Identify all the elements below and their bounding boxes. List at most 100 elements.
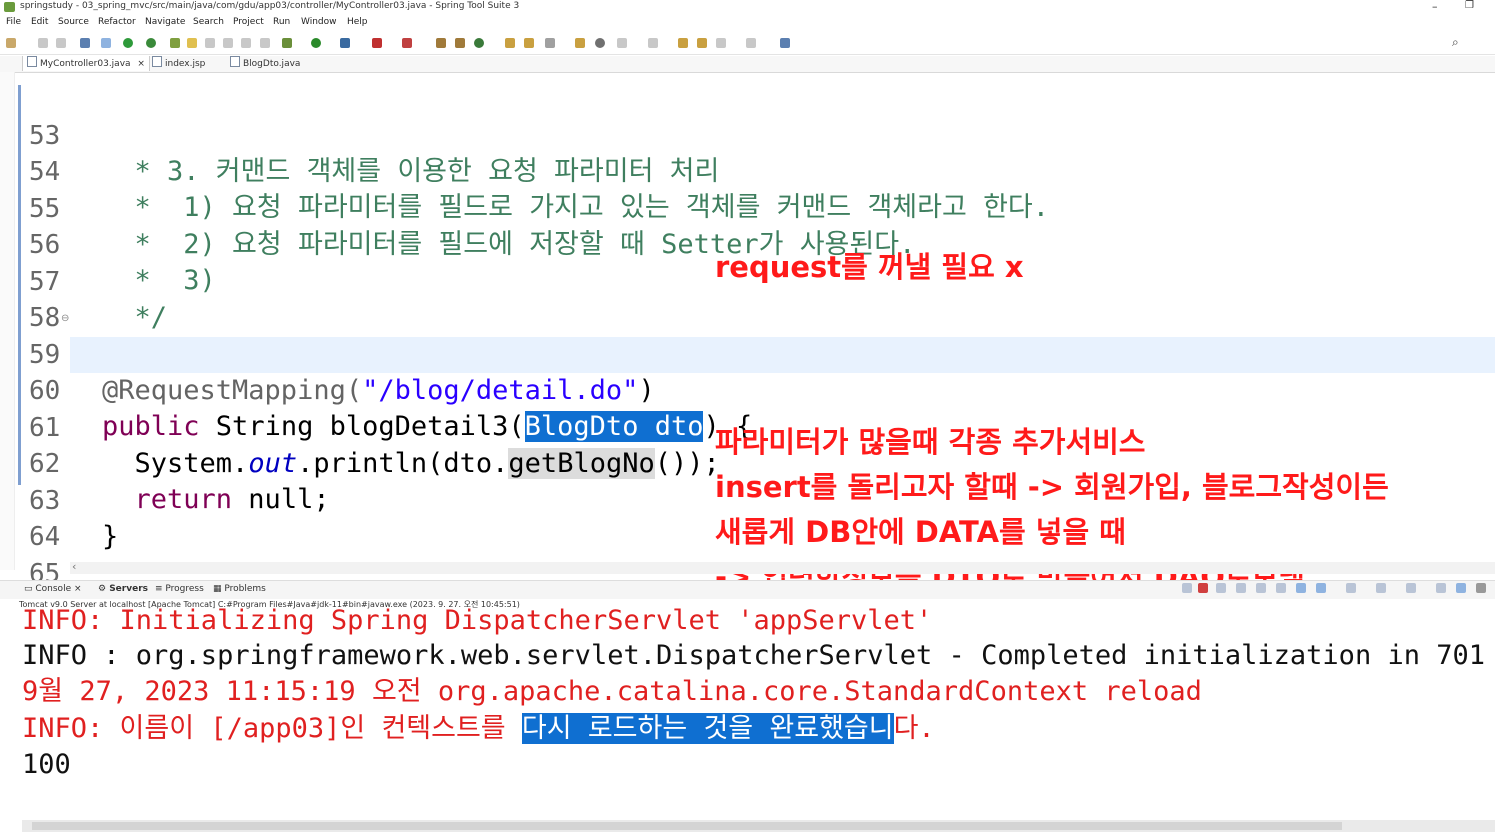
code-text: @RequestMapping("/blog/detail.do")	[102, 373, 655, 409]
spring-icon[interactable]	[170, 38, 180, 48]
back-icon[interactable]	[697, 38, 707, 48]
menu-window[interactable]: Window	[301, 17, 337, 27]
annotation-line: 새롭게 DB안에 DATA를 넣을 때	[715, 515, 1126, 549]
terminate-icon[interactable]	[1198, 583, 1208, 593]
tab-mycontroller03[interactable]: MyController03.java ×	[22, 56, 150, 71]
pilcrow-icon[interactable]	[241, 38, 251, 48]
open-console-icon[interactable]	[1406, 583, 1416, 593]
console-text: 다.	[893, 713, 935, 744]
whitespace-icon[interactable]	[260, 38, 270, 48]
menu-help[interactable]: Help	[347, 17, 368, 27]
stop-icon[interactable]	[372, 38, 382, 48]
prev-annotation-icon[interactable]	[648, 38, 658, 48]
java-file-icon	[230, 56, 240, 67]
window-title: springstudy - 03_spring_mvc/src/main/jav…	[20, 1, 520, 11]
remove-launch-icon[interactable]	[1182, 583, 1192, 593]
field-token: out	[248, 448, 298, 479]
tab-console[interactable]: ▭ Console ×	[24, 584, 82, 594]
close-icon[interactable]: ×	[137, 59, 145, 69]
menu-refactor[interactable]: Refactor	[98, 17, 136, 27]
string-token: "/blog/detail.do"	[362, 375, 639, 406]
boot-dashboard-icon[interactable]	[123, 38, 133, 48]
search-icon[interactable]: ⌕	[1452, 35, 1459, 50]
selected-text: 다시 로드하는 것을 완료했습니	[521, 713, 894, 744]
menu-project[interactable]: Project	[233, 17, 264, 27]
pin-console-icon[interactable]	[1346, 583, 1356, 593]
console-horizontal-scrollbar[interactable]	[22, 820, 1495, 832]
highlight-icon[interactable]	[187, 38, 197, 48]
next-annotation-icon[interactable]	[617, 38, 627, 48]
minimize-view-icon[interactable]	[1436, 583, 1446, 593]
restore-button[interactable]: ❐	[1465, 0, 1474, 11]
menu-source[interactable]: Source	[58, 17, 89, 27]
show-stderr-icon[interactable]	[1316, 583, 1326, 593]
word-wrap-icon[interactable]	[1276, 583, 1286, 593]
code-line: 65	[22, 520, 87, 589]
annotation-token: @RequestMapping(	[102, 375, 363, 406]
left-trim	[0, 72, 15, 570]
refresh-icon[interactable]	[146, 38, 156, 48]
display-console-icon[interactable]	[1376, 583, 1386, 593]
servers-icon: ⚙	[98, 584, 110, 594]
editor-horizontal-scrollbar[interactable]: ‹	[70, 560, 1495, 574]
remove-all-icon[interactable]	[1216, 583, 1226, 593]
code-line: 55 * 2) 요청 파라미터를 필드에 저장할 때 Setter가 사용된다.	[22, 155, 915, 260]
clear-console-icon[interactable]	[1236, 583, 1246, 593]
scroll-lock-icon[interactable]	[1256, 583, 1266, 593]
title-bar: springstudy - 03_spring_mvc/src/main/jav…	[0, 0, 1495, 14]
new-java-project-icon[interactable]	[436, 38, 446, 48]
format-icon[interactable]	[205, 38, 215, 48]
selected-text: BlogDto dto	[524, 411, 704, 442]
search-tool-icon[interactable]	[545, 38, 555, 48]
menu-run[interactable]: Run	[273, 17, 290, 27]
save-all-icon[interactable]	[56, 38, 66, 48]
minimize-button[interactable]: –	[1432, 0, 1438, 13]
new-class-icon[interactable]	[474, 38, 484, 48]
close-icon[interactable]: ×	[74, 584, 82, 594]
console-output[interactable]: INFO: Initializing Spring DispatcherServ…	[22, 607, 1495, 817]
keyword-token: return	[102, 484, 233, 515]
debug-icon[interactable]	[282, 38, 292, 48]
external-tools-icon[interactable]	[402, 38, 412, 48]
menu-navigate[interactable]: Navigate	[145, 17, 185, 27]
code-text: return null;	[102, 482, 330, 518]
tab-label: Progress	[165, 584, 204, 594]
show-stdout-icon[interactable]	[1296, 583, 1306, 593]
new-package-icon[interactable]	[455, 38, 465, 48]
terminal-icon[interactable]	[80, 38, 90, 48]
last-edit-icon[interactable]	[678, 38, 688, 48]
save-icon[interactable]	[38, 38, 48, 48]
menu-file[interactable]: File	[6, 17, 21, 27]
annotation-icon[interactable]	[575, 38, 585, 48]
console-line: INFO: Initializing Spring DispatcherServ…	[22, 607, 933, 636]
tab-blogdto[interactable]: BlogDto.java	[226, 56, 304, 71]
code-token: String blogDetail3(	[199, 411, 525, 442]
code-line: 56 * 3)	[22, 191, 216, 296]
scrollbar-thumb[interactable]	[32, 822, 1342, 830]
web-browser-icon[interactable]	[595, 38, 605, 48]
open-type-icon[interactable]	[505, 38, 515, 48]
coverage-icon[interactable]	[340, 38, 350, 48]
tab-problems[interactable]: ▦ Problems	[213, 584, 266, 594]
new-icon[interactable]	[6, 38, 16, 48]
outline-icon[interactable]	[223, 38, 233, 48]
maximize-view-icon[interactable]	[1456, 583, 1466, 593]
code-line: 53 * 3. 커맨드 객체를 이용한 요청 파라미터 처리	[22, 82, 719, 187]
toggle-mark-icon[interactable]	[101, 38, 111, 48]
forward-icon[interactable]	[716, 38, 726, 48]
code-line: 59 @RequestMapping("/blog/detail.do")	[22, 301, 655, 406]
menu-edit[interactable]: Edit	[31, 17, 48, 27]
tab-servers[interactable]: ⚙ Servers	[98, 584, 148, 594]
open-task-icon[interactable]	[524, 38, 534, 48]
forward-2-icon[interactable]	[746, 38, 756, 48]
console-toolbar	[1180, 583, 1490, 595]
fold-toggle-icon[interactable]: ⊖	[61, 313, 69, 324]
open-perspective-icon[interactable]	[780, 38, 790, 48]
menu-search[interactable]: Search	[193, 17, 224, 27]
tab-progress[interactable]: ≡ Progress	[155, 584, 204, 594]
tab-index-jsp[interactable]: index.jsp	[148, 56, 209, 71]
scroll-left-icon[interactable]: ‹	[72, 560, 76, 573]
settings-gear-icon[interactable]	[1476, 583, 1486, 593]
run-icon[interactable]	[311, 38, 321, 48]
keyword-token: public	[102, 411, 200, 442]
